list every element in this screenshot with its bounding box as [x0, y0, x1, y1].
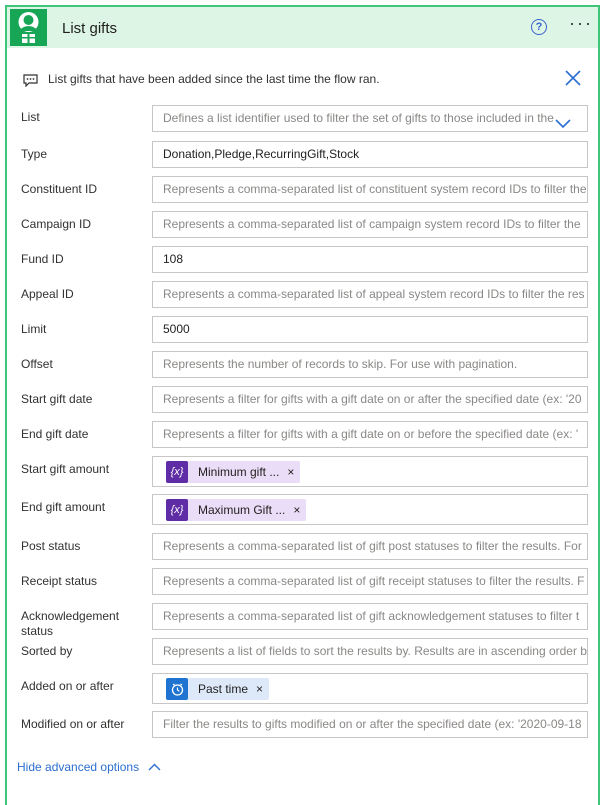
token-label: Maximum Gift ... — [198, 502, 286, 517]
placeholder-text: Represents a list of fields to sort the … — [163, 644, 587, 658]
placeholder-text: Represents a comma-separated list of gif… — [163, 574, 585, 588]
more-icon[interactable]: ··· — [569, 13, 593, 34]
field-value: Donation,Pledge,RecurringGift,Stock — [163, 147, 360, 161]
field-label: End gift date — [21, 427, 89, 441]
field-label: Appeal ID — [21, 287, 74, 301]
field-label: Acknowledgement status — [21, 609, 120, 638]
sorted-by-input[interactable]: Represents a list of fields to sort the … — [152, 638, 588, 665]
remove-token-icon[interactable]: × — [256, 677, 269, 702]
appeal-id-input[interactable]: Represents a comma-separated list of app… — [152, 281, 588, 308]
field-label: Fund ID — [21, 252, 64, 266]
card-title: List gifts — [62, 20, 118, 37]
field-label: End gift amount — [21, 500, 106, 514]
close-icon[interactable] — [565, 70, 581, 91]
expression-icon: {x} — [166, 461, 188, 483]
help-icon[interactable]: ? — [531, 19, 547, 35]
field-value: 5000 — [163, 322, 190, 336]
action-card: List gifts ? ··· List gifts that have be… — [5, 5, 600, 805]
chevron-up-icon — [148, 760, 161, 774]
hide-advanced-label: Hide advanced options — [17, 760, 140, 774]
expression-icon: {x} — [166, 499, 188, 521]
comment-icon — [23, 74, 38, 92]
start-gift-date-input[interactable]: Represents a filter for gifts with a gif… — [152, 386, 588, 413]
hide-advanced-options-link[interactable]: Hide advanced options — [17, 760, 161, 774]
field-label: Constituent ID — [21, 182, 98, 196]
dynamic-content-token[interactable]: {x} Minimum gift ... × — [166, 460, 301, 485]
field-label: Post status — [21, 539, 81, 553]
fund-id-input[interactable]: 108 — [152, 246, 588, 273]
remove-token-icon[interactable]: × — [293, 498, 306, 523]
placeholder-text: Filter the results to gifts modified on … — [163, 717, 582, 731]
remove-token-icon[interactable]: × — [287, 460, 300, 485]
dynamic-content-token[interactable]: Past time × — [166, 677, 270, 702]
field-label: Start gift amount — [21, 462, 110, 476]
start-gift-amount-input[interactable]: {x} Minimum gift ... × — [152, 456, 588, 487]
end-gift-date-input[interactable]: Represents a filter for gifts with a gif… — [152, 421, 588, 448]
placeholder-text: Represents a filter for gifts with a gif… — [163, 427, 579, 441]
campaign-id-input[interactable]: Represents a comma-separated list of cam… — [152, 211, 588, 238]
token-label: Past time — [198, 681, 249, 696]
placeholder-text: Represents a comma-separated list of app… — [163, 287, 585, 301]
field-label: Limit — [21, 322, 47, 336]
field-label: Added on or after — [21, 679, 114, 693]
type-input[interactable]: Donation,Pledge,RecurringGift,Stock — [152, 141, 588, 168]
offset-input[interactable]: Represents the number of records to skip… — [152, 351, 588, 378]
field-label: Sorted by — [21, 644, 73, 658]
field-value: 108 — [163, 252, 184, 266]
card-description: List gifts that have been added since th… — [48, 72, 380, 86]
constituent-id-input[interactable]: Represents a comma-separated list of con… — [152, 176, 588, 203]
user-gift-icon — [10, 9, 47, 46]
field-label: Modified on or after — [21, 717, 125, 731]
placeholder-text: Represents a comma-separated list of gif… — [163, 539, 582, 553]
placeholder-text: Represents a comma-separated list of con… — [163, 182, 587, 196]
placeholder-text: Defines a list identifier used to filter… — [163, 111, 554, 125]
dynamic-content-token[interactable]: {x} Maximum Gift ... × — [166, 498, 307, 523]
list-dropdown[interactable]: Defines a list identifier used to filter… — [152, 105, 588, 132]
added-on-or-after-input[interactable]: Past time × — [152, 673, 588, 704]
limit-input[interactable]: 5000 — [152, 316, 588, 343]
chevron-down-icon[interactable] — [555, 113, 571, 131]
placeholder-text: Represents the number of records to skip… — [163, 357, 518, 371]
placeholder-text: Represents a comma-separated list of gif… — [163, 609, 580, 623]
field-label: Offset — [21, 357, 53, 371]
clock-icon — [166, 678, 188, 700]
post-status-input[interactable]: Represents a comma-separated list of gif… — [152, 533, 588, 560]
field-label: Start gift date — [21, 392, 93, 406]
field-label: Receipt status — [21, 574, 98, 588]
placeholder-text: Represents a filter for gifts with a gif… — [163, 392, 582, 406]
placeholder-text: Represents a comma-separated list of cam… — [163, 217, 581, 231]
acknowledgement-status-input[interactable]: Represents a comma-separated list of gif… — [152, 603, 588, 630]
modified-on-or-after-input[interactable]: Filter the results to gifts modified on … — [152, 711, 588, 738]
card-header[interactable]: List gifts ? ··· — [7, 7, 598, 48]
end-gift-amount-input[interactable]: {x} Maximum Gift ... × — [152, 494, 588, 525]
field-label: Type — [21, 147, 48, 161]
token-label: Minimum gift ... — [198, 464, 280, 479]
field-label: Campaign ID — [21, 217, 92, 231]
receipt-status-input[interactable]: Represents a comma-separated list of gif… — [152, 568, 588, 595]
field-label: List — [21, 110, 40, 124]
